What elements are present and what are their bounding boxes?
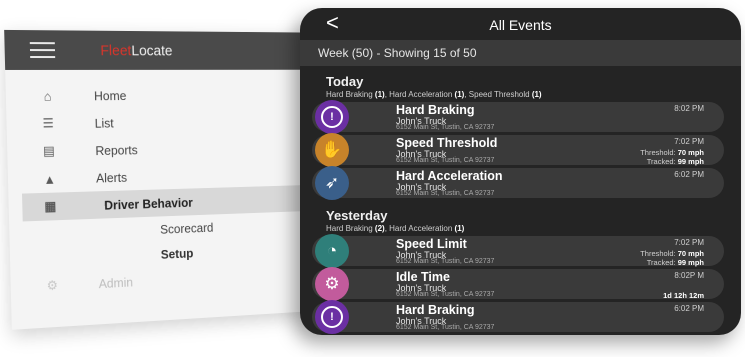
brand-logo: FleetLocate (100, 42, 173, 59)
events-phone-screen: < All Events Week (50) - Showing 15 of 5… (300, 8, 741, 335)
sidebar-item-label: List (94, 115, 114, 131)
event-address: 6152 Main St, Tustin, CA 92737 (396, 291, 495, 298)
week-summary-text: Week (50) - Showing 15 of 50 (318, 46, 477, 60)
speedometer-icon: ◔ (315, 234, 349, 268)
list-icon: ☰ (42, 115, 54, 131)
section-title-yesterday: Yesterday (326, 208, 388, 223)
brake-warning-icon: ! (315, 100, 349, 134)
event-title: Hard Braking (396, 103, 475, 117)
event-title: Hard Braking (396, 303, 475, 317)
clipboard-icon: ▦ (44, 198, 57, 214)
event-title: Speed Limit (396, 237, 467, 251)
event-time: 8:02 PM (674, 104, 704, 113)
pedal-icon: ➶ (315, 166, 349, 200)
event-title: Idle Time (396, 270, 450, 284)
sidebar-item-label: Driver Behavior (104, 194, 193, 213)
event-row-idle-time[interactable]: ⚙ Idle Time John's Truck 6152 Main St, T… (312, 267, 724, 301)
sidebar-item-label: Alerts (95, 169, 128, 185)
sidebar-item-label: Home (93, 87, 127, 103)
home-icon: ⌂ (43, 88, 52, 104)
engine-icon: ⚙ (315, 267, 349, 301)
event-row-speed-threshold[interactable]: ✋ Speed Threshold John's Truck 6152 Main… (312, 133, 724, 167)
sidebar-item-label: Admin (98, 274, 134, 291)
event-tracked: Tracked: 99 mph (646, 157, 704, 166)
event-time: 7:02 PM (674, 238, 704, 247)
section-summary-yesterday: Hard Braking (2), Hard Acceleration (1) (326, 224, 465, 233)
event-address: 6152 Main St, Tustin, CA 92737 (396, 324, 495, 331)
event-address: 6152 Main St, Tustin, CA 92737 (396, 157, 495, 164)
event-address: 6152 Main St, Tustin, CA 92737 (396, 190, 495, 197)
hamburger-menu-icon[interactable] (29, 42, 56, 59)
page-title: All Events (489, 17, 552, 33)
event-title: Speed Threshold (396, 136, 498, 150)
event-row-hard-braking[interactable]: ! Hard Braking John's Truck 6152 Main St… (312, 100, 724, 134)
top-bar: FleetLocate (4, 29, 314, 70)
section-title-today: Today (326, 74, 364, 89)
event-title: Hard Acceleration (396, 169, 503, 183)
event-threshold: Threshold: 70 mph (640, 148, 704, 157)
sidebar-panel: FleetLocate ⌂ Home ☰ List ▤ Reports ▲ Al… (4, 29, 320, 330)
sidebar-item-label: Reports (95, 142, 138, 158)
event-row-speed-limit[interactable]: ◔ Speed Limit John's Truck 6152 Main St,… (312, 234, 724, 268)
event-threshold: Threshold: 70 mph (640, 249, 704, 258)
sidebar-nav: ⌂ Home ☰ List ▤ Reports ▲ Alerts ▦ Drive… (5, 70, 319, 302)
event-row-hard-braking[interactable]: ! Hard Braking John's Truck 6152 Main St… (312, 300, 724, 334)
reports-icon: ▤ (42, 143, 55, 159)
event-tracked: Tracked: 99 mph (646, 258, 704, 267)
event-duration: 1d 12h 12m (663, 291, 704, 300)
brake-warning-icon: ! (315, 300, 349, 334)
event-time: 6:02 PM (674, 304, 704, 313)
hand-stop-icon: ✋ (315, 133, 349, 167)
event-row-hard-acceleration[interactable]: ➶ Hard Acceleration John's Truck 6152 Ma… (312, 166, 724, 200)
event-time: 8:02P M (674, 271, 704, 280)
section-summary-today: Hard Braking (1), Hard Acceleration (1),… (326, 90, 542, 99)
event-address: 6152 Main St, Tustin, CA 92737 (396, 258, 495, 265)
sidebar-item-home[interactable]: ⌂ Home (5, 81, 314, 110)
week-summary-bar[interactable]: Week (50) - Showing 15 of 50 (300, 40, 741, 66)
header: < All Events (300, 8, 741, 40)
alert-icon: ▲ (43, 171, 56, 187)
event-time: 7:02 PM (674, 137, 704, 146)
event-address: 6152 Main St, Tustin, CA 92737 (396, 124, 495, 131)
gear-icon: ⚙ (46, 277, 59, 293)
event-time: 6:02 PM (674, 170, 704, 179)
